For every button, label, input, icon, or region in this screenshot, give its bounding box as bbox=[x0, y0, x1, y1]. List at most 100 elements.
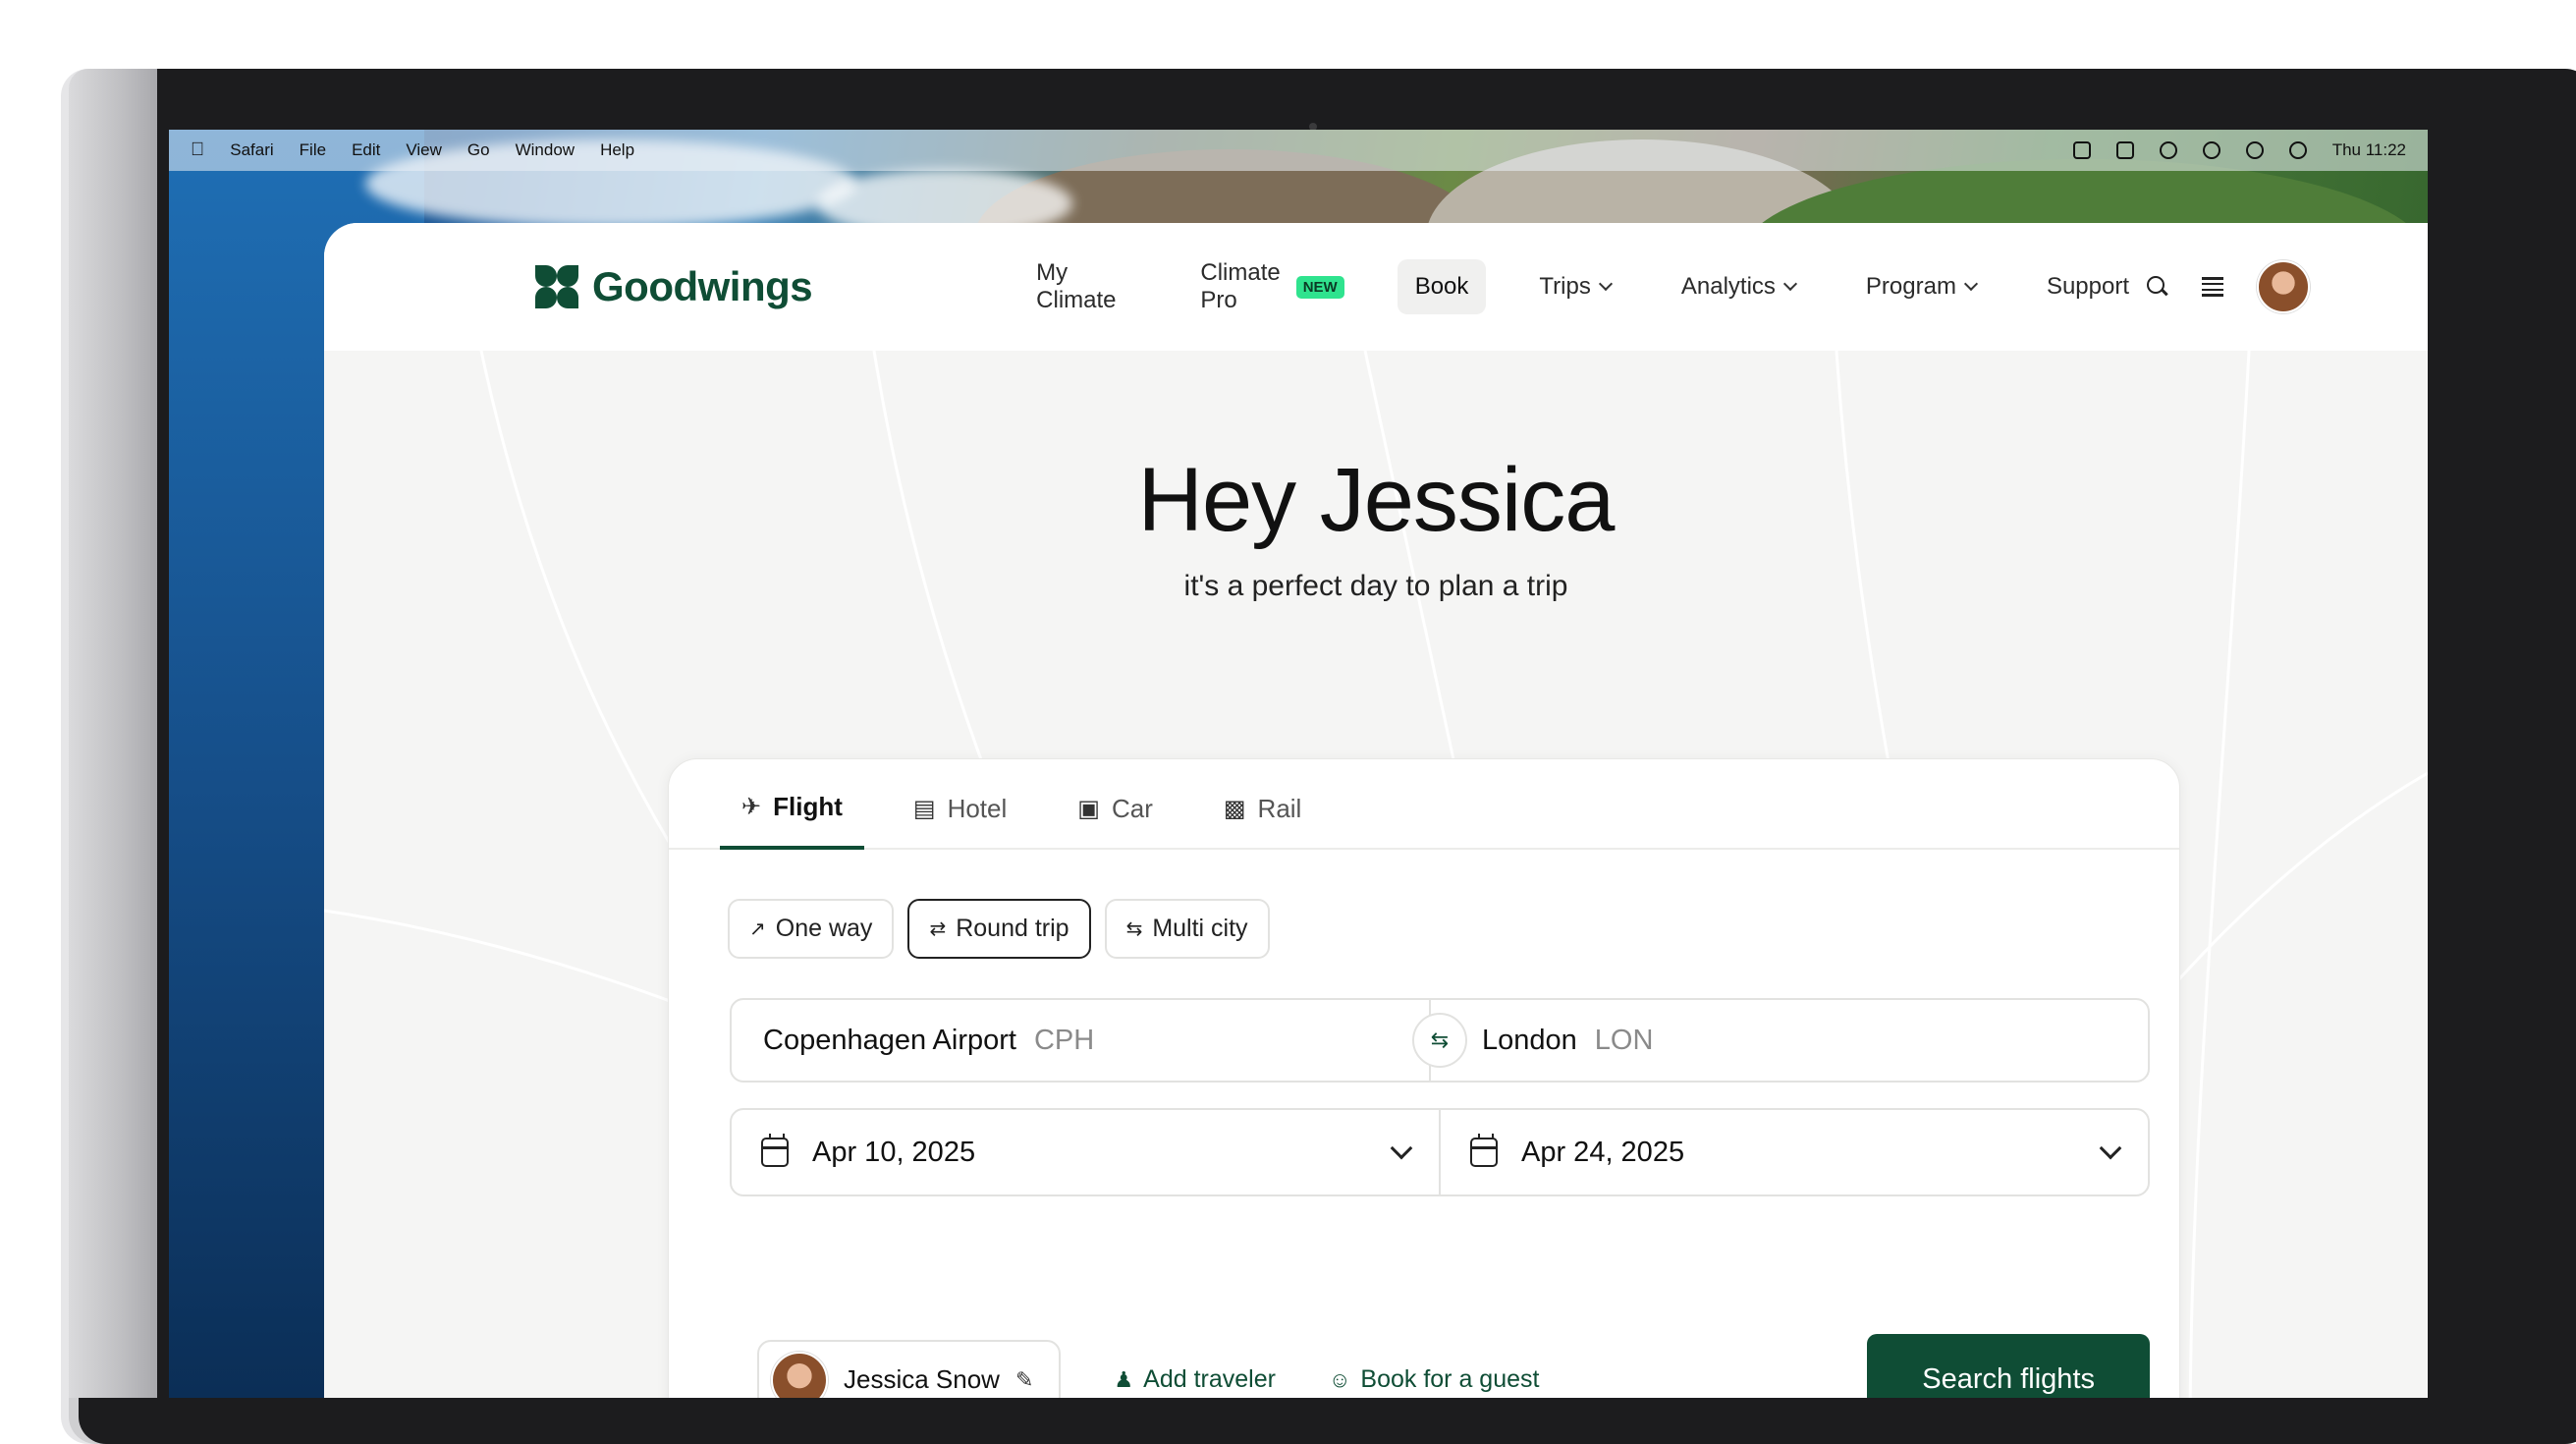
tab-hotel[interactable]: ▤ Hotel bbox=[892, 794, 1028, 848]
wifi-icon[interactable] bbox=[2202, 141, 2220, 159]
clover-logo-icon bbox=[535, 265, 578, 308]
nav-climate-pro-label: Climate Pro bbox=[1200, 259, 1281, 313]
menu-window[interactable]: Window bbox=[516, 140, 575, 160]
menu-edit[interactable]: Edit bbox=[352, 140, 380, 160]
book-for-guest-label: Book for a guest bbox=[1360, 1365, 1540, 1393]
apple-menu-icon[interactable]:  bbox=[191, 139, 204, 161]
chevron-down-icon bbox=[1782, 276, 1797, 292]
trip-type-label: Round trip bbox=[956, 915, 1069, 942]
depart-date-picker[interactable]: Apr 10, 2025 bbox=[732, 1110, 1439, 1194]
logo-text: Goodwings bbox=[592, 263, 813, 309]
trip-type-round-trip[interactable]: ⇄ Round trip bbox=[907, 899, 1091, 959]
menubar-clock[interactable]: Thu 11:22 bbox=[2332, 140, 2406, 160]
nav-program[interactable]: Program bbox=[1848, 259, 1994, 314]
trip-type-one-way[interactable]: ↗ One way bbox=[728, 899, 895, 959]
person-icon: ☺ bbox=[1328, 1366, 1351, 1392]
display-icon[interactable] bbox=[2072, 141, 2091, 159]
train-icon: ▩ bbox=[1223, 796, 1246, 822]
calendar-return-icon bbox=[1470, 1134, 1498, 1167]
traveler-row: Jessica Snow ✎ ♟ Add traveler ☺ Book for… bbox=[757, 1334, 2150, 1398]
search-icon[interactable] bbox=[2147, 276, 2168, 298]
tab-car-label: Car bbox=[1111, 794, 1153, 823]
traveler-avatar bbox=[771, 1351, 828, 1398]
desktop-screen:  Safari File Edit View Go Window Help T… bbox=[169, 130, 2428, 1398]
nav-trips[interactable]: Trips bbox=[1521, 259, 1627, 314]
trip-type-multi-city[interactable]: ⇆ Multi city bbox=[1104, 899, 1270, 959]
mute-icon[interactable] bbox=[2159, 141, 2177, 159]
add-traveler-button[interactable]: ♟ Add traveler bbox=[1114, 1365, 1276, 1394]
hero: Hey Jessica it's a perfect day to plan a… bbox=[324, 449, 2428, 603]
tab-flight[interactable]: ✈ Flight bbox=[720, 792, 864, 850]
nav-climate-pro[interactable]: Climate Pro NEW bbox=[1182, 246, 1361, 328]
depart-date: Apr 10, 2025 bbox=[812, 1136, 976, 1168]
top-nav: Goodwings My Climate Climate Pro NEW Boo… bbox=[324, 223, 2428, 351]
monitor-edge bbox=[69, 69, 157, 1398]
nav-my-climate-label: My Climate bbox=[1036, 259, 1117, 313]
date-fields: Apr 10, 2025 Apr 24, 2025 bbox=[730, 1108, 2150, 1196]
chevron-down-icon bbox=[1598, 276, 1613, 292]
destination-code: LON bbox=[1594, 1024, 1654, 1056]
spotlight-icon[interactable] bbox=[2288, 141, 2307, 159]
goodwings-app: Goodwings My Climate Climate Pro NEW Boo… bbox=[324, 223, 2428, 1398]
nav-analytics[interactable]: Analytics bbox=[1664, 259, 1813, 314]
tab-rail-label: Rail bbox=[1257, 794, 1302, 823]
origin-field[interactable]: Copenhagen Airport CPH bbox=[732, 1000, 1429, 1081]
menu-view[interactable]: View bbox=[406, 140, 442, 160]
traveler-name: Jessica Snow bbox=[844, 1364, 1000, 1394]
bed-icon: ▤ bbox=[912, 796, 936, 822]
nav-program-label: Program bbox=[1865, 273, 1956, 300]
nav-trips-label: Trips bbox=[1539, 273, 1591, 300]
swap-icon: ⇆ bbox=[1430, 1027, 1450, 1052]
macos-menubar:  Safari File Edit View Go Window Help T… bbox=[169, 130, 2428, 171]
list-icon[interactable] bbox=[2202, 277, 2223, 297]
nav-support-label: Support bbox=[2046, 273, 2129, 300]
calendar-depart-icon bbox=[761, 1134, 789, 1167]
goodwings-logo[interactable]: Goodwings bbox=[535, 263, 813, 310]
search-flights-button[interactable]: Search flights bbox=[1867, 1334, 2150, 1398]
greeting-title: Hey Jessica bbox=[1137, 450, 1616, 550]
arrow-up-right-icon: ↗ bbox=[749, 918, 766, 940]
traveler-chip[interactable]: Jessica Snow ✎ bbox=[757, 1339, 1062, 1398]
booking-card: ✈ Flight ▤ Hotel ▣ Car ▩ Rail ↗ One way … bbox=[668, 758, 2180, 1398]
origin-code: CPH bbox=[1033, 1024, 1095, 1056]
route-fields: Copenhagen Airport CPH London LON ⇆ bbox=[730, 998, 2150, 1083]
nav-actions bbox=[2147, 260, 2310, 313]
tab-rail[interactable]: ▩ Rail bbox=[1202, 794, 1323, 848]
add-people-icon: ♟ bbox=[1114, 1366, 1134, 1392]
destination-name: London bbox=[1482, 1024, 1577, 1056]
tab-flight-label: Flight bbox=[773, 792, 843, 821]
nav-book[interactable]: Book bbox=[1397, 259, 1487, 314]
greeting-subtitle: it's a perfect day to plan a trip bbox=[1183, 570, 1568, 602]
plane-icon: ✈ bbox=[741, 794, 762, 820]
user-icon[interactable] bbox=[2245, 141, 2264, 159]
add-traveler-label: Add traveler bbox=[1143, 1365, 1276, 1393]
tab-car[interactable]: ▣ Car bbox=[1056, 794, 1175, 848]
round-trip-icon: ⇄ bbox=[929, 918, 947, 940]
chevron-down-icon bbox=[1963, 276, 1979, 292]
pencil-icon[interactable]: ✎ bbox=[1015, 1367, 1033, 1393]
return-date-picker[interactable]: Apr 24, 2025 bbox=[1439, 1110, 2148, 1194]
menu-safari[interactable]: Safari bbox=[230, 140, 273, 160]
return-date: Apr 24, 2025 bbox=[1521, 1136, 1685, 1168]
trip-type-selector: ↗ One way ⇄ Round trip ⇆ Multi city bbox=[728, 899, 2179, 959]
menu-go[interactable]: Go bbox=[467, 140, 490, 160]
menubar-status: Thu 11:22 bbox=[2072, 140, 2406, 160]
main-nav: My Climate Climate Pro NEW Book Trips An… bbox=[1018, 246, 2147, 328]
nav-support[interactable]: Support bbox=[2029, 259, 2147, 314]
new-badge: NEW bbox=[1295, 275, 1344, 299]
trip-type-label: One way bbox=[775, 915, 873, 942]
swap-locations-button[interactable]: ⇆ bbox=[1412, 1013, 1467, 1068]
tab-hotel-label: Hotel bbox=[947, 794, 1008, 823]
keyboard-icon[interactable] bbox=[2115, 141, 2134, 159]
car-icon: ▣ bbox=[1077, 796, 1100, 822]
nav-my-climate[interactable]: My Climate bbox=[1018, 246, 1147, 328]
menu-file[interactable]: File bbox=[300, 140, 326, 160]
book-for-guest-button[interactable]: ☺ Book for a guest bbox=[1329, 1365, 1540, 1394]
booking-tabs: ✈ Flight ▤ Hotel ▣ Car ▩ Rail bbox=[669, 759, 2179, 850]
nav-analytics-label: Analytics bbox=[1680, 273, 1776, 300]
user-avatar[interactable] bbox=[2257, 260, 2310, 313]
chevron-down-icon bbox=[1390, 1137, 1413, 1160]
menu-help[interactable]: Help bbox=[600, 140, 634, 160]
trip-type-label: Multi city bbox=[1152, 915, 1248, 942]
destination-field[interactable]: London LON bbox=[1429, 1000, 2148, 1081]
